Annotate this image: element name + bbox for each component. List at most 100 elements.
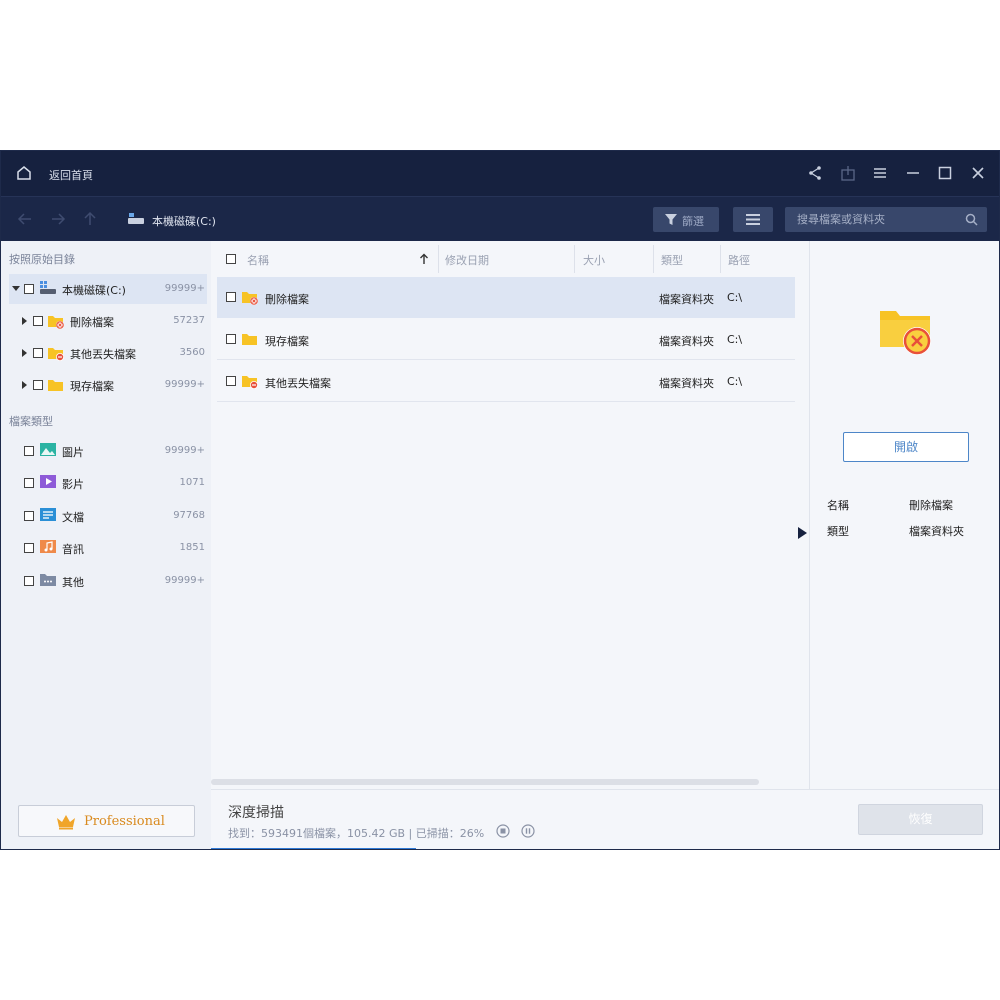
horizontal-scrollbar[interactable] [211, 779, 759, 785]
maximize-icon[interactable] [936, 164, 954, 182]
minimize-icon[interactable] [904, 164, 922, 182]
search-box [785, 207, 987, 232]
tree-item-other-lost-files[interactable]: 其他丟失檔案 3560 [9, 338, 207, 368]
drive-icon [128, 213, 144, 224]
select-all-checkbox[interactable] [226, 254, 236, 264]
menu-icon[interactable] [871, 164, 889, 182]
expand-icon[interactable] [22, 381, 27, 389]
checkbox[interactable] [24, 543, 34, 553]
cell-name: 其他丟失檔案 [265, 377, 331, 390]
item-count: 1071 [179, 477, 205, 488]
column-path[interactable]: 路徑 [728, 252, 750, 268]
tree-label: 刪除檔案 [70, 316, 114, 329]
folder-icon [242, 334, 257, 345]
cell-type: 檔案資料夾 [659, 335, 714, 348]
title-bar: 返回首頁 [1, 151, 999, 196]
tree-label: 影片 [62, 478, 84, 491]
forward-arrow-icon[interactable] [49, 210, 67, 228]
expand-icon[interactable] [22, 317, 27, 325]
sort-ascending-icon[interactable] [419, 253, 429, 265]
property-type-value: 檔案資料夾 [909, 525, 964, 538]
checkbox[interactable] [33, 380, 43, 390]
table-row[interactable]: 其他丟失檔案 檔案資料夾 C:\ [217, 361, 795, 402]
item-count: 57237 [173, 315, 205, 326]
recover-button[interactable]: 恢復 [858, 804, 983, 835]
back-arrow-icon[interactable] [16, 210, 34, 228]
column-modified-date[interactable]: 修改日期 [445, 252, 489, 268]
search-input[interactable] [785, 207, 960, 232]
folder-icon [48, 380, 63, 391]
column-type[interactable]: 類型 [661, 252, 683, 268]
export-icon[interactable] [839, 164, 857, 182]
scan-status-bar: 深度掃描 找到：593491個檔案，105.42 GB | 已掃描：26% 恢復 [211, 789, 999, 849]
item-count: 99999+ [164, 283, 205, 294]
details-panel: 開啟 名稱 刪除檔案 類型 檔案資料夾 [798, 241, 999, 789]
checkbox[interactable] [24, 576, 34, 586]
document-icon [40, 508, 56, 521]
up-arrow-icon[interactable] [81, 210, 99, 228]
home-icon[interactable] [15, 164, 33, 182]
item-count: 99999+ [164, 379, 205, 390]
table-header: 名稱 修改日期 大小 類型 路徑 [211, 241, 809, 277]
search-icon[interactable] [965, 213, 978, 226]
column-divider[interactable] [574, 245, 575, 273]
checkbox[interactable] [24, 511, 34, 521]
expand-icon[interactable] [22, 349, 27, 357]
checkbox[interactable] [24, 284, 34, 294]
cell-type: 檔案資料夾 [659, 377, 714, 390]
table-row[interactable]: 刪除檔案 檔案資料夾 C:\ [217, 277, 795, 318]
view-menu-button[interactable] [733, 207, 773, 232]
column-divider[interactable] [438, 245, 439, 273]
type-item-other[interactable]: 其他 99999+ [9, 566, 207, 596]
app-window: 返回首頁 本機磁碟(C:) 篩選 搜尋檔案或資料夾 按照原始目錄 本機磁碟(C:… [0, 150, 1000, 850]
back-to-home-link[interactable]: 返回首頁 [49, 167, 93, 183]
row-checkbox[interactable] [226, 334, 236, 344]
crown-icon [57, 815, 75, 830]
property-type-label: 類型 [827, 525, 849, 538]
tree-label: 圖片 [62, 446, 84, 459]
other-files-icon [40, 574, 56, 586]
pause-scan-icon[interactable] [521, 824, 535, 838]
table-row[interactable]: 現存檔案 檔案資料夾 C:\ [217, 319, 795, 360]
filter-button[interactable]: 篩選 [653, 207, 719, 232]
tree-item-existing-files[interactable]: 現存檔案 99999+ [9, 370, 207, 400]
collapse-icon[interactable] [12, 286, 20, 291]
column-size[interactable]: 大小 [583, 252, 605, 268]
deleted-folder-large-icon [880, 311, 931, 355]
type-item-images[interactable]: 圖片 99999+ [9, 436, 207, 466]
checkbox[interactable] [33, 348, 43, 358]
item-count: 99999+ [164, 575, 205, 586]
stop-scan-icon[interactable] [496, 824, 510, 838]
row-checkbox[interactable] [226, 376, 236, 386]
checkbox[interactable] [33, 316, 43, 326]
audio-icon [40, 540, 56, 553]
lost-folder-icon [48, 348, 64, 361]
tree-label: 其他丟失檔案 [70, 348, 136, 361]
share-icon[interactable] [806, 164, 824, 182]
tree-label: 現存檔案 [70, 380, 114, 393]
row-checkbox[interactable] [226, 292, 236, 302]
filter-label: 篩選 [682, 215, 704, 228]
scan-progress-fill [211, 848, 416, 849]
item-count: 97768 [173, 510, 205, 521]
professional-label: Professional [84, 814, 165, 829]
sidebar: 按照原始目錄 本機磁碟(C:) 99999+ 刪除檔案 57237 其他丟失檔案… [1, 241, 211, 849]
open-button[interactable]: 開啟 [843, 432, 969, 462]
column-divider[interactable] [720, 245, 721, 273]
deleted-folder-icon [48, 316, 64, 329]
checkbox[interactable] [24, 478, 34, 488]
tree-item-deleted-files[interactable]: 刪除檔案 57237 [9, 306, 207, 336]
professional-upgrade-button[interactable]: Professional [18, 805, 195, 837]
type-item-audio[interactable]: 音訊 1851 [9, 533, 207, 563]
close-icon[interactable] [969, 164, 987, 182]
item-count: 3560 [179, 347, 205, 358]
type-item-documents[interactable]: 文檔 97768 [9, 501, 207, 531]
column-name[interactable]: 名稱 [247, 252, 269, 268]
type-item-videos[interactable]: 影片 1071 [9, 468, 207, 498]
video-icon [40, 475, 56, 488]
column-divider[interactable] [653, 245, 654, 273]
tree-item-local-disk[interactable]: 本機磁碟(C:) 99999+ [9, 274, 207, 304]
checkbox[interactable] [24, 446, 34, 456]
collapse-panel-icon[interactable] [798, 527, 807, 539]
cell-path: C:\ [727, 375, 743, 388]
